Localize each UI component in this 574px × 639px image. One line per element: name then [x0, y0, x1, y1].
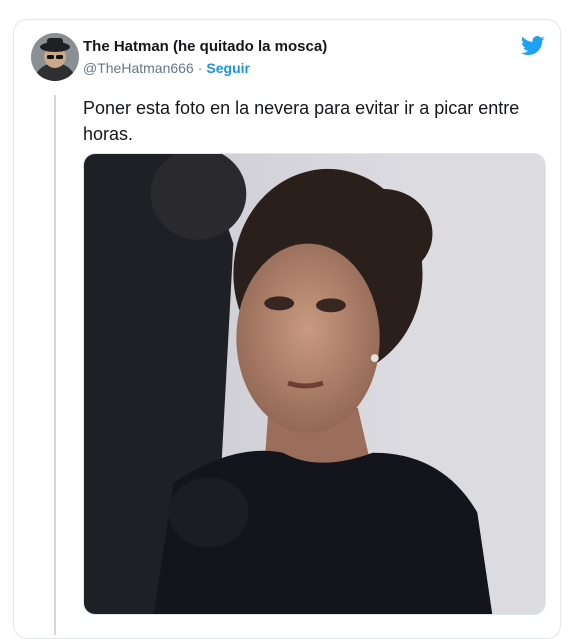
tweet-card[interactable]: The Hatman (he quitado la mosca) @TheHat… [13, 19, 561, 639]
tweet-text: Poner esta foto en la nevera para evitar… [83, 98, 520, 144]
tweet-photo[interactable] [83, 153, 546, 615]
follow-link[interactable]: Seguir [206, 60, 250, 76]
avatar-image [31, 33, 79, 81]
author-handle[interactable]: @TheHatman666 [83, 60, 194, 76]
thread-line [54, 95, 56, 635]
twitter-bird-icon[interactable] [521, 36, 545, 56]
author-name[interactable]: The Hatman (he quitado la mosca) [83, 38, 327, 55]
avatar[interactable] [31, 33, 79, 81]
separator-dot: · [197, 60, 203, 76]
handle-row: @TheHatman666 · Seguir [83, 60, 250, 76]
photo-image [84, 154, 545, 614]
